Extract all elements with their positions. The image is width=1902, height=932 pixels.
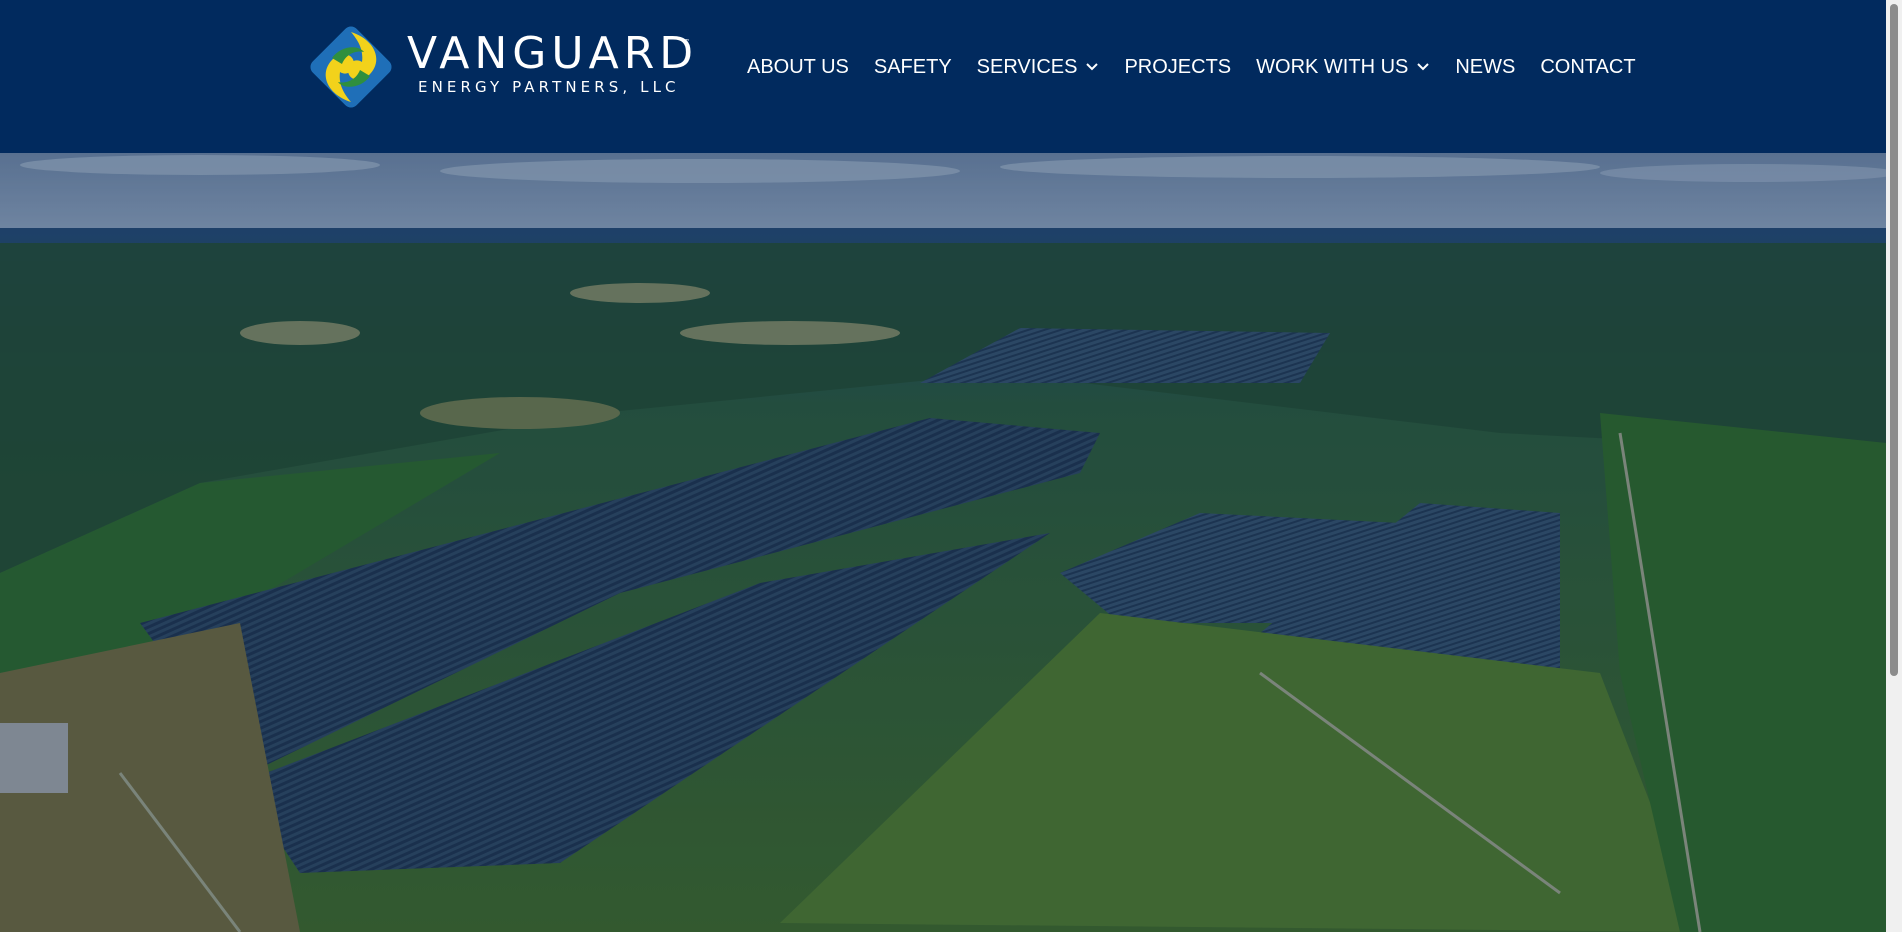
brand-name: VANGUARD bbox=[407, 28, 699, 79]
nav-label: NEWS bbox=[1455, 55, 1516, 78]
nav-label: CONTACT bbox=[1540, 55, 1636, 78]
chevron-down-icon bbox=[1086, 63, 1099, 71]
page-scrollbar[interactable] bbox=[1886, 0, 1902, 932]
nav-safety[interactable]: SAFETY bbox=[874, 56, 952, 79]
scrollbar-thumb[interactable] bbox=[1890, 4, 1898, 676]
brand-tagline: ENERGY PARTNERS, LLC bbox=[418, 78, 680, 96]
trademark-symbol: ™ bbox=[683, 38, 690, 46]
nav-work-with-us[interactable]: WORK WITH US bbox=[1256, 56, 1430, 79]
chevron-down-icon bbox=[1417, 63, 1430, 71]
main-nav: ABOUT US SAFETY SERVICES PROJECTS WORK W… bbox=[747, 52, 1636, 82]
nav-about-us[interactable]: ABOUT US bbox=[747, 56, 849, 79]
logo-link[interactable]: VANGUARD ™ ENERGY PARTNERS, LLC bbox=[302, 18, 694, 116]
nav-label: PROJECTS bbox=[1124, 55, 1232, 78]
hero-image bbox=[0, 153, 1886, 932]
logo-icon bbox=[310, 26, 392, 108]
nav-label: SAFETY bbox=[873, 55, 952, 78]
nav-label: WORK WITH US bbox=[1256, 55, 1409, 78]
nav-label: ABOUT US bbox=[747, 55, 849, 78]
nav-projects[interactable]: PROJECTS bbox=[1124, 56, 1231, 79]
nav-news[interactable]: NEWS bbox=[1455, 56, 1515, 79]
nav-contact[interactable]: CONTACT bbox=[1540, 56, 1635, 79]
solar-farm-aerial-image bbox=[0, 153, 1886, 932]
nav-services[interactable]: SERVICES bbox=[977, 56, 1100, 79]
site-header: VANGUARD ™ ENERGY PARTNERS, LLC ABOUT US… bbox=[0, 0, 1886, 153]
nav-label: SERVICES bbox=[976, 55, 1078, 78]
